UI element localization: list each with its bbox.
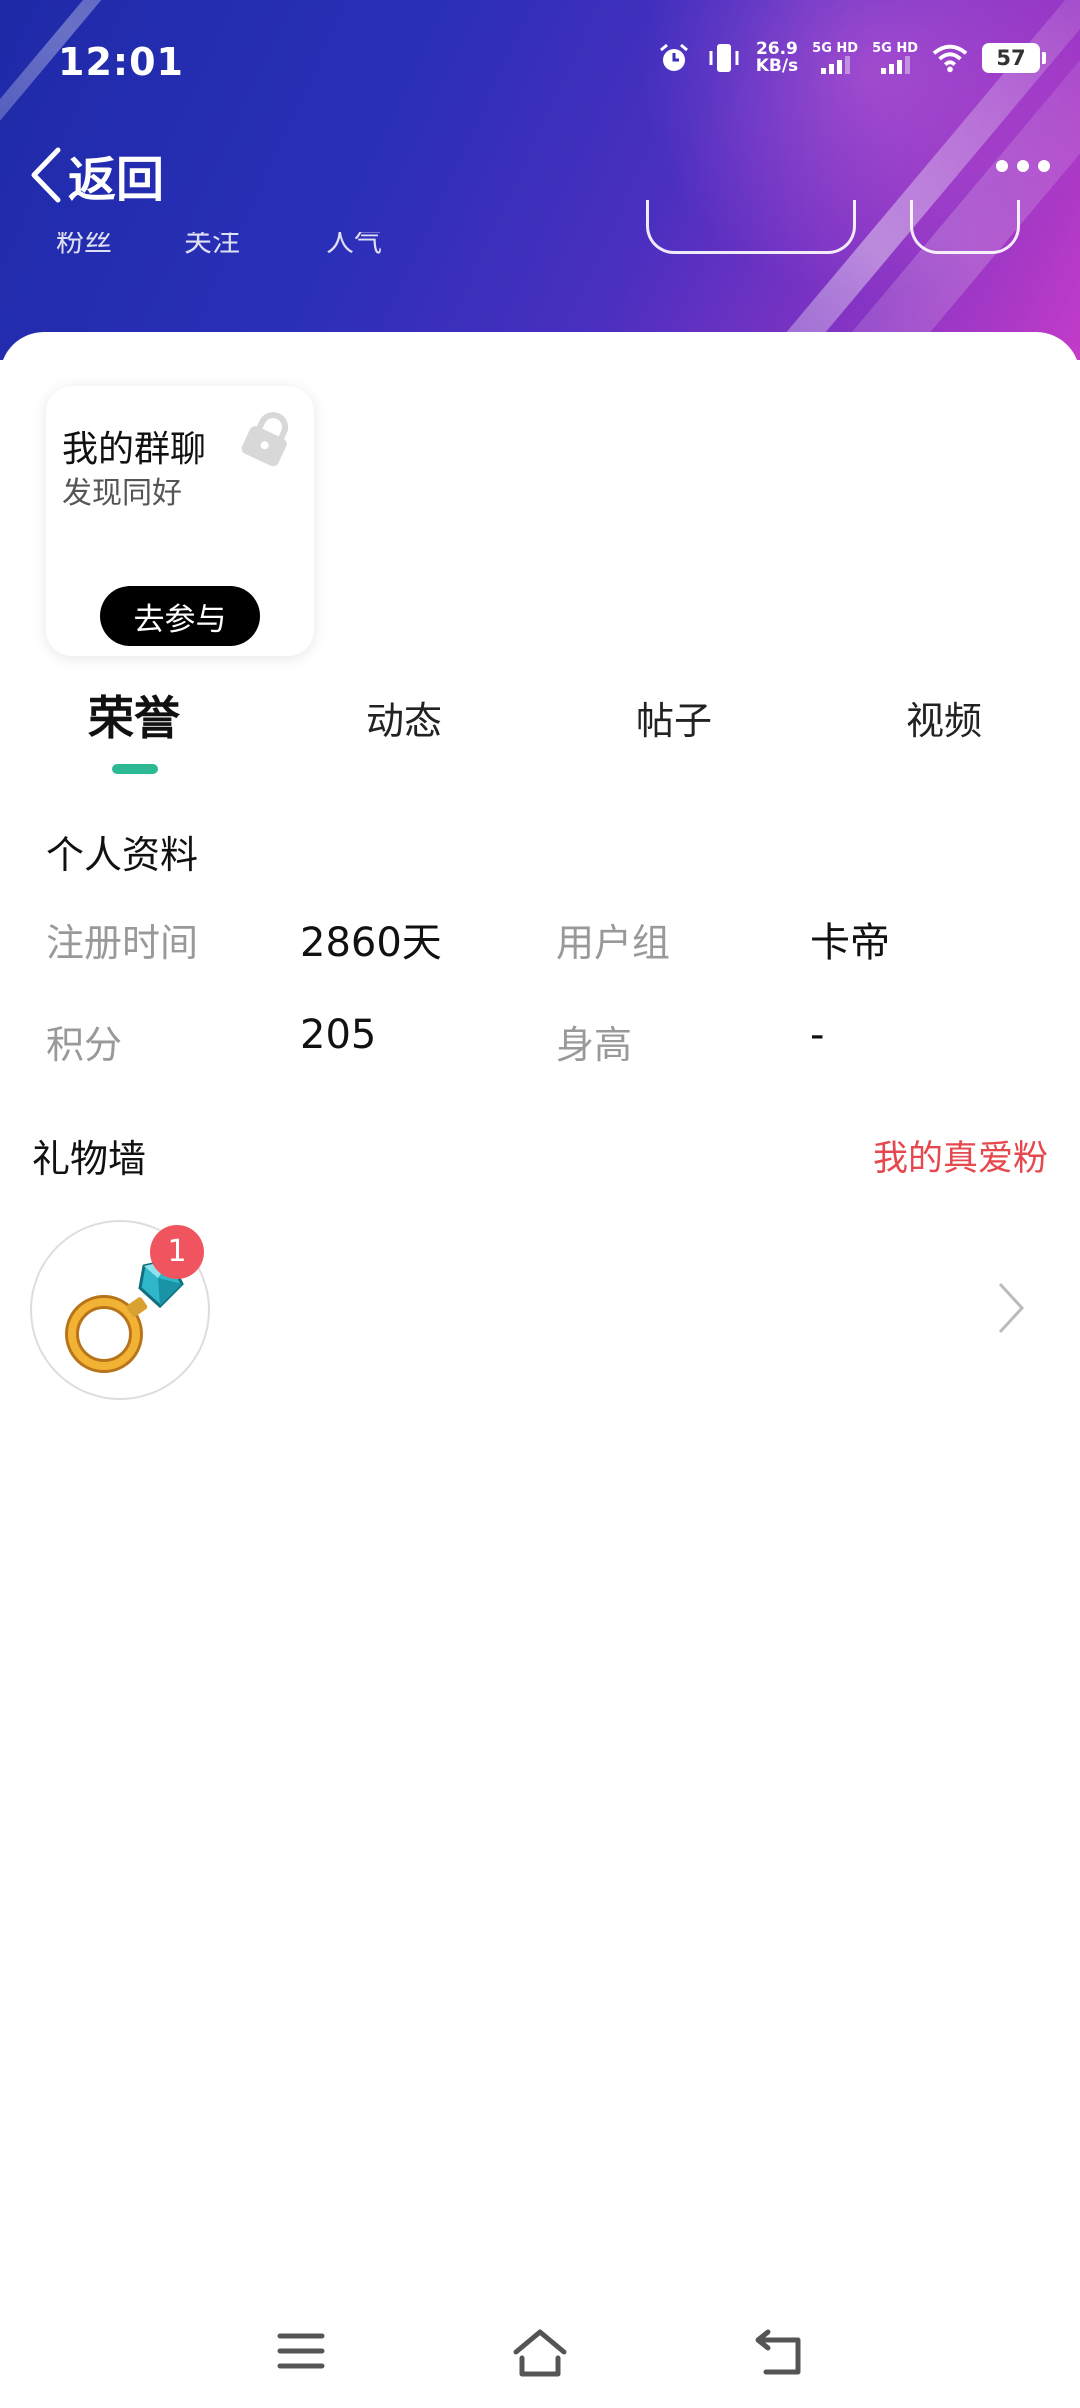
tab-honor[interactable]: 荣誉 [88,682,180,748]
dot-icon [1038,160,1050,172]
chevron-right-icon[interactable] [996,1280,1026,1340]
points-label: 积分 [46,1023,123,1067]
home-icon[interactable] [510,2328,570,2382]
alarm-icon [656,40,692,76]
group-card-subtitle: 发现同好 [62,476,182,511]
gift-wall-title: 礼物墙 [32,1137,147,1181]
group-card-title: 我的群聊 [62,429,207,470]
status-bar: 12:01 26.9 KB/s 5G HD 5G HD 57 [0,30,1080,100]
stat-fans-label: 粉丝 [56,232,113,258]
chevron-left-icon [31,147,61,203]
signal-bars-icon [880,56,910,74]
sim1-label: 5G HD [812,41,859,56]
status-icons: 26.9 KB/s 5G HD 5G HD 57 [656,40,1046,76]
stat-popularity-label: 人气 [326,232,383,258]
signal-bars-icon [820,56,850,74]
height-value: - [810,1012,825,1058]
menu-icon[interactable] [276,2328,326,2378]
tab-videos[interactable]: 视频 [906,690,982,745]
top-nav: 返回 [0,130,1080,220]
join-group-button[interactable]: 去参与 [100,586,260,646]
tab-activity[interactable]: 动态 [366,690,442,745]
back-nav-icon[interactable] [754,2328,808,2382]
gift-count-badge: 1 [150,1225,204,1279]
true-fans-link[interactable]: 我的真爱粉 [873,1130,1048,1181]
more-options-button[interactable] [996,160,1050,172]
profile-section-title: 个人资料 [46,833,199,877]
tab-posts[interactable]: 帖子 [636,690,712,745]
wifi-icon [932,40,968,76]
back-label: 返回 [68,152,165,208]
points-value: 205 [300,1012,377,1058]
status-time: 12:01 [58,40,184,84]
network-speed-unit: KB/s [755,56,799,76]
dot-icon [1017,160,1029,172]
height-label: 身高 [556,1023,633,1067]
register-time-value: 2860天 [300,920,442,966]
battery-indicator: 57 [982,43,1046,73]
profile-tabs: 荣誉 动态 帖子 视频 [0,680,1080,790]
user-group-label: 用户组 [556,921,671,965]
back-button[interactable]: 返回 [28,140,164,210]
sim1-signal: 5G HD [812,42,858,74]
lock-icon [240,408,296,472]
user-group-value: 卡帝 [810,920,890,966]
group-chat-card[interactable]: 我的群聊 发现同好 去参与 [46,386,314,656]
register-time-label: 注册时间 [46,921,199,965]
system-nav-bar [0,2300,1080,2408]
network-speed: 26.9 KB/s [756,41,798,75]
sim2-label: 5G HD [872,41,918,56]
sim2-signal: 5G HD [872,42,918,74]
dot-icon [996,160,1008,172]
stat-follow-label: 关注 [184,232,241,258]
tab-active-indicator [112,764,158,774]
vibrate-icon [706,40,742,76]
